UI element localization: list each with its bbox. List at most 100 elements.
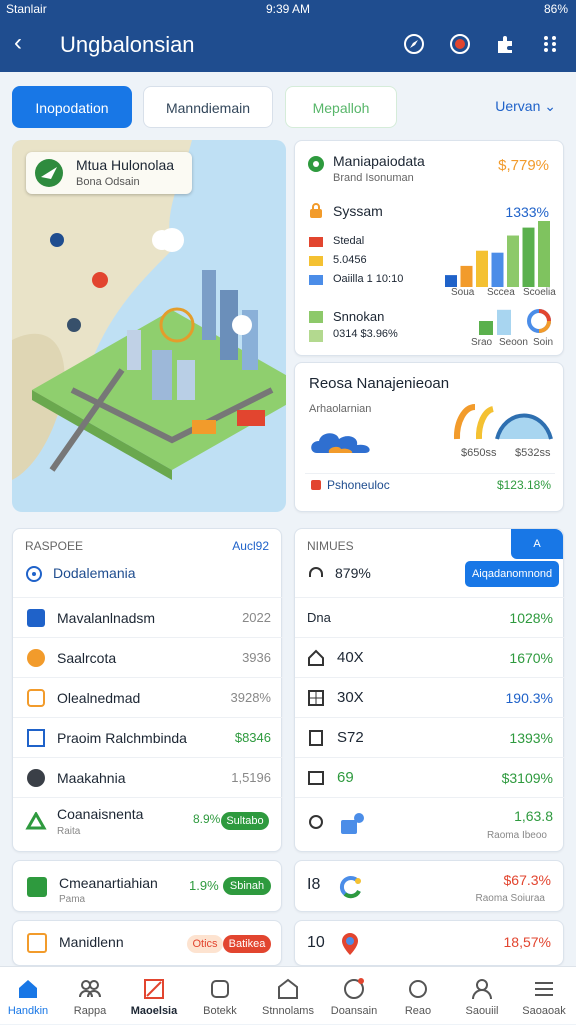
lower-left-card-2[interactable]: Manidlenn Otics Batikea (12, 920, 282, 966)
record-icon[interactable] (448, 32, 472, 56)
legend-swatch-lightgreen (309, 330, 323, 342)
lower-left-card-1[interactable]: Cmeanartiahian Pama 1.9% Sbinah (12, 860, 282, 912)
right-list-header: NIMUES (307, 539, 354, 553)
lightbulb-icon (309, 815, 323, 829)
lower-right-card-1[interactable]: I8 $67.3% Raoma Soiuraa (294, 860, 564, 912)
lock-icon (310, 203, 322, 218)
list-item-label: I8 (307, 876, 321, 893)
compass-icon[interactable] (402, 32, 426, 56)
nav-label: Reao (404, 1005, 432, 1017)
status-badge: Sbinah (223, 877, 271, 895)
list-item[interactable]: Mavalanlnadsm 2022 (13, 597, 283, 637)
lower-right-card-2[interactable]: 10 18,57% (294, 920, 564, 966)
list-item-label: 30X (337, 689, 364, 706)
axis-label: Scoelia (523, 287, 556, 298)
nav-item-menu[interactable]: Saoaoak (512, 967, 576, 1025)
edit-icon (144, 979, 164, 999)
nav-item-store[interactable]: Stnnolams (256, 967, 320, 1025)
city-map[interactable]: Mtua Hulonolaa Bona Odsain (12, 140, 286, 512)
map-card-title: Mtua Hulonolaa (76, 157, 175, 173)
page-title: Ungbalonsian (60, 32, 195, 57)
map-location-card[interactable]: Mtua Hulonolaa Bona Odsain (26, 152, 192, 194)
list-item-sub: Raoma Ibeoo (486, 830, 547, 841)
headset-icon (309, 567, 323, 577)
left-list-header-right[interactable]: Aucl92 (232, 539, 269, 553)
chart-bar (522, 227, 535, 287)
tab-inopodation[interactable]: Inopodation (12, 86, 132, 128)
nav-item-people[interactable]: Rappa (58, 967, 122, 1025)
legend-swatch-yellow (309, 256, 323, 266)
summary-subtitle: Brand Isonuman (333, 172, 414, 184)
list-item[interactable]: Coanaisnenta Raita 8.9% Sultabo (13, 797, 283, 851)
list-item[interactable]: 1,63.8 Raoma Ibeoo (295, 797, 565, 851)
nav-label: Saouiil (465, 1005, 499, 1017)
summary-bar-chart (445, 221, 550, 287)
donut-chart (527, 309, 551, 333)
nav-item-profile[interactable]: Reao (386, 967, 450, 1025)
revenue-subtitle: Arhaolarnian (309, 403, 372, 415)
list-item[interactable]: Saalrcota 3936 (13, 637, 283, 677)
corner-button[interactable]: A (511, 529, 563, 559)
list-item[interactable]: Dna 1028% (295, 597, 565, 637)
left-list-header: RASPOEE (25, 539, 84, 553)
grid-icon (308, 690, 324, 706)
nav-item-book[interactable]: Botekk (188, 967, 252, 1025)
nav-label: Saoaoak (522, 1005, 566, 1017)
nav-item-edit[interactable]: Maoelsia (122, 967, 186, 1025)
action-button[interactable]: Aiqadanomnond (465, 561, 559, 587)
home-icon (19, 980, 37, 998)
chart-icon (27, 877, 47, 897)
legend-item: 5.0456 (333, 254, 367, 266)
nav-item-home[interactable]: Handkin (0, 967, 60, 1025)
tag-badge: Otics (187, 935, 223, 953)
nav-label: Doansain (330, 1005, 378, 1017)
legend-item: Stedal (333, 235, 365, 247)
chart-bar (445, 275, 457, 287)
back-icon[interactable]: ‹ (14, 31, 22, 55)
list-item-label: Dna (307, 610, 331, 625)
calendar-icon (27, 609, 45, 627)
overview-dropdown[interactable]: Uervan ⌄ (495, 98, 556, 115)
nav-item-account[interactable]: Saouiil (450, 967, 514, 1025)
list-item-label: Praoim Ralchmbinda (57, 730, 187, 746)
list-item-value: 3936 (242, 650, 271, 665)
profile-icon (409, 980, 427, 998)
people-icon (79, 980, 101, 998)
list-item[interactable]: Maakahnia 1,5196 (13, 757, 283, 797)
list-item-label: 69 (337, 769, 354, 786)
tab-label: Inopodation (35, 100, 109, 116)
list-item[interactable]: Olealnedmad 3928% (13, 677, 283, 717)
list-item-value: 1028% (509, 610, 553, 626)
revenue-footer[interactable]: Pshoneuloc $123.18% (305, 473, 555, 495)
legend-swatch-green (309, 311, 323, 323)
list-item[interactable]: 40X 1670% (295, 637, 565, 677)
summary-value: $,779% (498, 157, 549, 174)
summary-card: Maniapaiodata Brand Isonuman $,779% Syss… (294, 140, 564, 356)
puzzle-icon[interactable] (494, 32, 518, 56)
grid-menu-icon[interactable] (538, 32, 562, 56)
home-icon (308, 649, 324, 666)
tab-mepalloh[interactable]: Mepalloh (285, 86, 397, 128)
list-item[interactable]: 69 $3109% (295, 757, 565, 797)
tab-manndiemain[interactable]: Manndiemain (143, 86, 273, 128)
chat-icon (344, 978, 364, 999)
revenue-value-1: $650ss (461, 447, 497, 459)
google-icon (339, 876, 361, 899)
list-item-value: 1393% (509, 730, 553, 746)
clipboard-icon (27, 933, 47, 953)
system-value: 1333% (505, 204, 549, 220)
chart-bar (507, 235, 519, 287)
user-icon (472, 979, 492, 1000)
list-item-label: Olealnedmad (57, 690, 141, 706)
list-item-value: $3109% (501, 770, 553, 786)
axis-label: Sccea (487, 287, 515, 298)
list-item[interactable]: 30X 190.3% (295, 677, 565, 717)
nav-item-chat[interactable]: Doansain (322, 967, 386, 1025)
list-item[interactable]: Praoim Ralchmbinda $8346 (13, 717, 283, 757)
list-item-value: 1.9% (189, 878, 219, 893)
location-logo-icon (35, 159, 63, 187)
list-item[interactable]: S72 1393% (295, 717, 565, 757)
tab-label: Mepalloh (312, 100, 370, 116)
tab-bar: Inopodation Manndiemain Mepalloh (0, 84, 576, 130)
chart-bar (460, 265, 473, 287)
